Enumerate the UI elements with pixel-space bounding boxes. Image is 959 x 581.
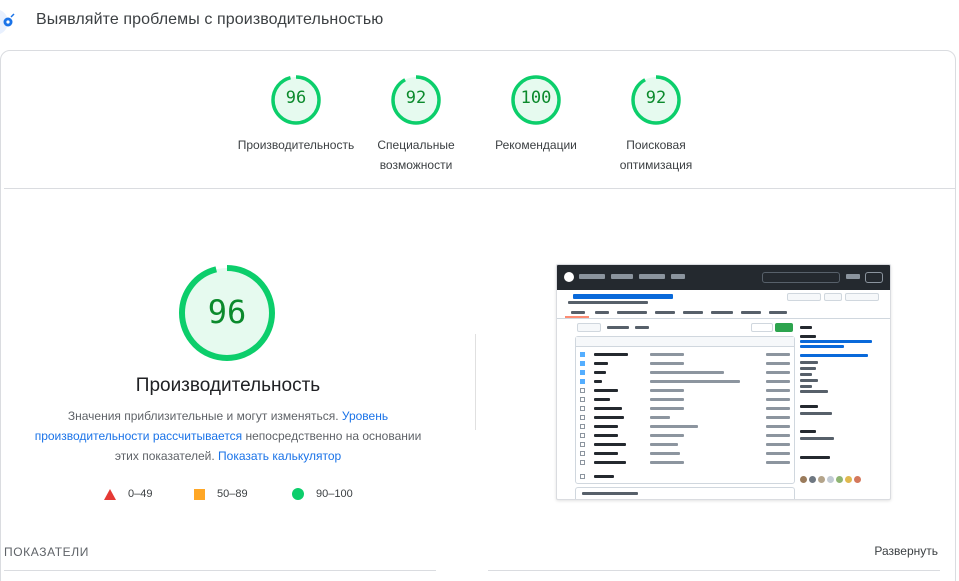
performance-score: 96 xyxy=(207,293,247,331)
gauge-score: 92 xyxy=(405,88,427,108)
lighthouse-icon xyxy=(0,10,15,34)
circle-icon xyxy=(292,488,304,501)
expand-view-button[interactable]: Развернуть xyxy=(874,544,938,558)
gauge-score: 96 xyxy=(285,88,307,108)
gauge-label: Поисковая оптимизация xyxy=(619,138,693,172)
divider xyxy=(4,188,956,189)
final-screenshot-thumbnail[interactable] xyxy=(556,264,891,500)
metrics-section-title: ПОКАЗАТЕЛИ xyxy=(4,545,89,559)
gauge-label: Производительность xyxy=(237,138,355,152)
performance-title: Производительность xyxy=(135,375,321,396)
gauge-performance[interactable]: 96 Производительность xyxy=(231,74,361,155)
screenshot-topbar xyxy=(557,265,890,290)
score-legend: 0–49 50–89 90–100 xyxy=(0,486,456,506)
github-logo-icon xyxy=(564,272,574,282)
show-calculator-link[interactable]: Показать калькулятор xyxy=(218,449,341,463)
divider xyxy=(488,570,940,571)
legend-fail: 0–49 xyxy=(104,486,152,502)
page-title: Выявляйте проблемы с производительностью xyxy=(36,11,384,28)
category-gauges: 96 Производительность 92 Специальные воз… xyxy=(0,74,959,184)
legend-average: 50–89 xyxy=(194,486,248,502)
gauge-score: 92 xyxy=(645,88,667,108)
square-icon xyxy=(194,488,205,500)
performance-description: Значения приблизительные и могут изменят… xyxy=(34,409,422,463)
gauge-best-practices[interactable]: 100 Рекомендации xyxy=(471,74,601,155)
triangle-icon xyxy=(104,488,116,500)
vertical-divider xyxy=(475,334,476,430)
page-header: Выявляйте проблемы с производительностью xyxy=(0,0,959,46)
divider xyxy=(4,570,436,571)
legend-pass: 90–100 xyxy=(292,486,353,502)
gauge-seo[interactable]: 92 Поисковая оптимизация xyxy=(591,74,721,175)
gauge-accessibility[interactable]: 92 Специальные возможности xyxy=(351,74,481,175)
gauge-label: Специальные возможности xyxy=(377,138,455,172)
gauge-score: 100 xyxy=(520,88,552,108)
gauge-label: Рекомендации xyxy=(495,138,577,152)
